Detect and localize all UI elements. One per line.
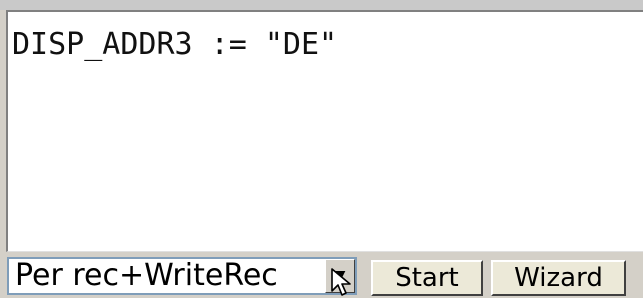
- code-editor[interactable]: DISP_ADDR3 := "DE": [6, 10, 643, 252]
- editor-code-line: DISP_ADDR3 := "DE": [12, 27, 338, 62]
- mouse-pointer-icon: [331, 268, 351, 296]
- mode-select-value: Per rec+WriteRec: [15, 259, 278, 293]
- mode-select[interactable]: Per rec+WriteRec ▼: [7, 257, 357, 295]
- top-strip: [0, 0, 643, 10]
- start-button[interactable]: Start: [371, 260, 483, 296]
- bottom-toolbar: Per rec+WriteRec ▼ Start Wizard: [0, 252, 643, 298]
- wizard-button[interactable]: Wizard: [491, 260, 626, 296]
